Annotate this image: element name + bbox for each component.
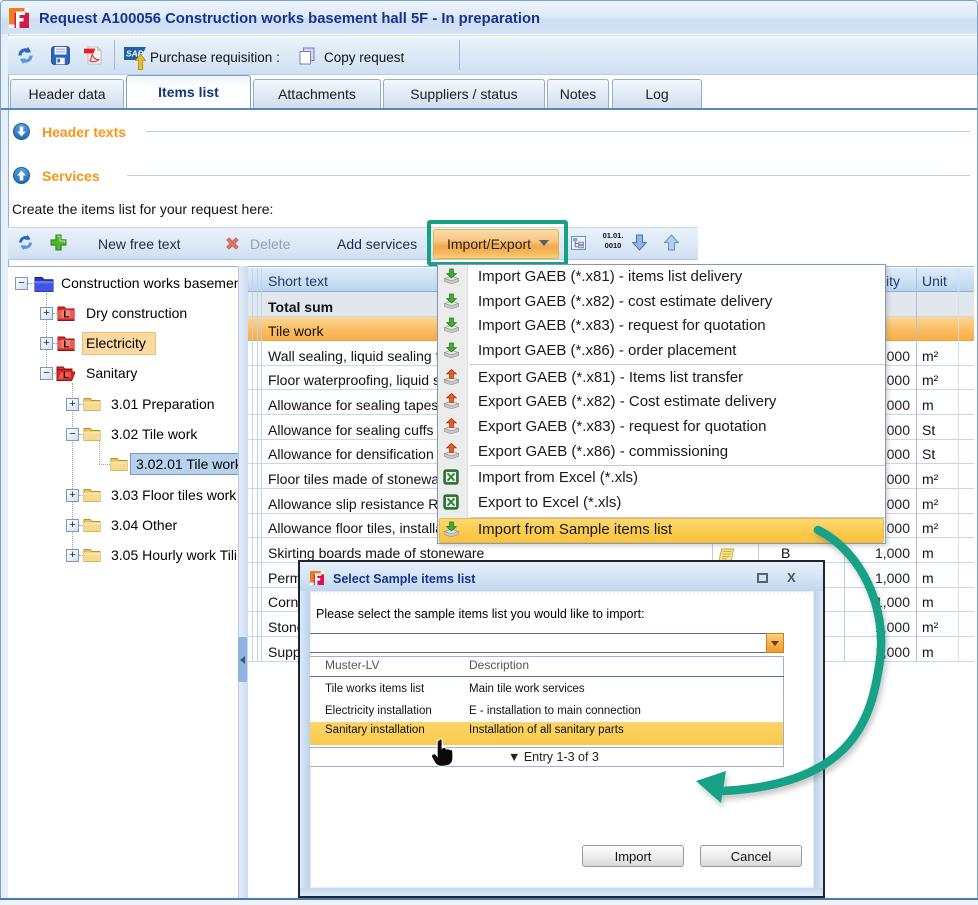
svg-text:L: L — [63, 309, 69, 320]
svg-text:L: L — [63, 370, 69, 381]
svg-text:L: L — [63, 339, 69, 350]
